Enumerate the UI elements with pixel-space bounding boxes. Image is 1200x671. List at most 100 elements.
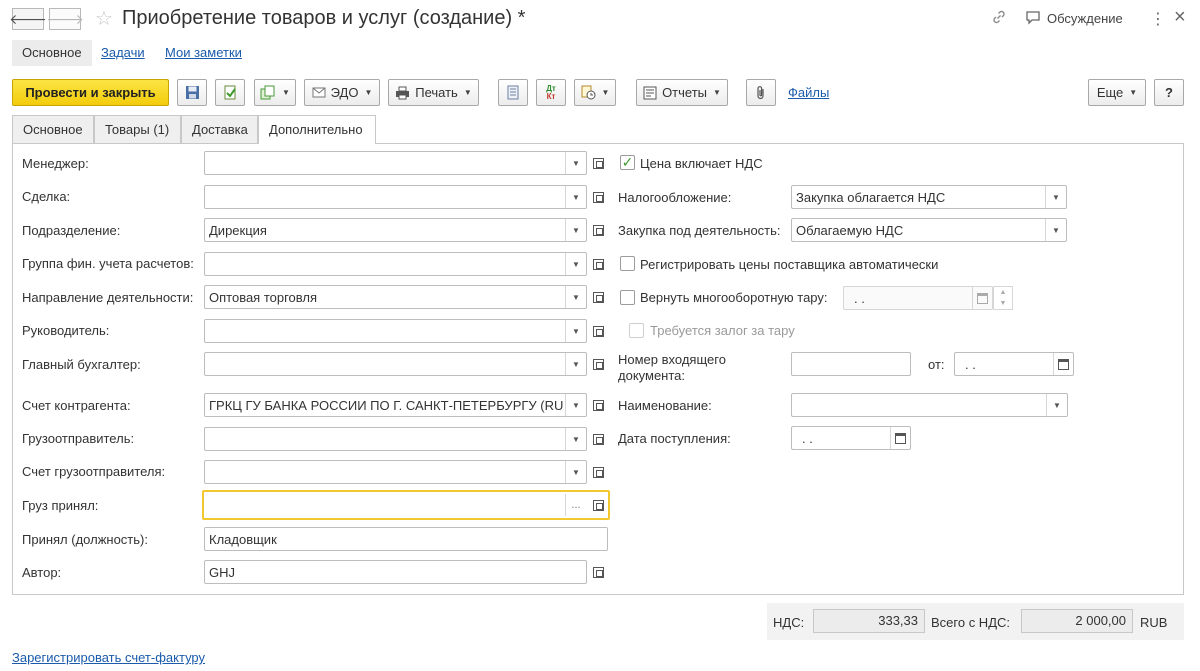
nav-tab-tasks[interactable]: Задачи (101, 40, 145, 66)
open-icon[interactable] (589, 218, 607, 242)
edo-icon (312, 87, 326, 98)
open-icon[interactable] (589, 427, 607, 451)
open-icon[interactable] (589, 493, 607, 517)
create-based-on-button[interactable]: ▼ (254, 79, 296, 106)
return-tare-date-spinner[interactable]: ▲ ▼ (993, 286, 1013, 310)
favorite-star-icon[interactable]: ☆ (95, 6, 113, 31)
incoming-doc-date-field[interactable]: . . (954, 352, 1074, 376)
tab-additional[interactable]: Дополнительно (258, 115, 376, 144)
counterparty-account-label: Счет контрагента: (22, 398, 131, 413)
register-invoice-link[interactable]: Зарегистрировать счет-фактуру (12, 650, 205, 665)
open-icon[interactable] (589, 252, 607, 276)
cargo-received-by-field[interactable]: ... (205, 493, 587, 517)
nav-tab-notes[interactable]: Мои заметки (165, 40, 242, 66)
attach-files-button[interactable] (746, 79, 776, 106)
reports-button[interactable]: Отчеты ▼ (636, 79, 728, 106)
incoming-doc-date-value: . . (965, 357, 976, 372)
more-menu-icon[interactable]: ⋮ (1150, 9, 1166, 29)
shipper-field[interactable]: ▼ (204, 427, 587, 451)
chevron-down-icon[interactable]: ▼ (565, 253, 586, 275)
receipt-date-field[interactable]: . . (791, 426, 911, 450)
purchase-activity-select[interactable]: Облагаемую НДС ▼ (791, 218, 1067, 242)
more-actions-button[interactable]: Еще ▼ (1088, 79, 1146, 106)
back-button[interactable]: 🡐 (9, 8, 47, 30)
chief-accountant-field[interactable]: ▼ (204, 352, 587, 376)
forward-button[interactable]: 🡒 (46, 8, 84, 30)
open-icon[interactable] (589, 352, 607, 376)
deposit-required-checkbox[interactable] (629, 323, 644, 338)
open-icon[interactable] (589, 285, 607, 309)
printer-icon (396, 86, 410, 99)
calendar-icon[interactable] (890, 427, 910, 449)
fin-group-field[interactable]: ▼ (204, 252, 587, 276)
help-button[interactable]: ? (1154, 79, 1184, 106)
document-journal-button[interactable] (498, 79, 528, 106)
total-with-vat-label: Всего с НДС: (931, 615, 1011, 630)
tab-goods[interactable]: Товары (1) (94, 115, 181, 143)
department-field[interactable]: Дирекция ▼ (204, 218, 587, 242)
chevron-down-icon[interactable]: ▼ (565, 353, 586, 375)
counterparty-account-field[interactable]: ГРКЦ ГУ БАНКА РОССИИ ПО Г. САНКТ-ПЕТЕРБУ… (204, 393, 587, 417)
taxation-select[interactable]: Закупка облагается НДС ▼ (791, 185, 1067, 209)
tab-delivery[interactable]: Доставка (181, 115, 258, 143)
calendar-icon[interactable] (1053, 353, 1073, 375)
price-includes-vat-checkbox[interactable]: ✓ (620, 154, 635, 170)
discussion-icon[interactable] (1025, 10, 1041, 30)
chevron-down-icon[interactable]: ▼ (1046, 394, 1067, 416)
incoming-doc-number-field[interactable] (791, 352, 911, 376)
deal-field[interactable]: ▼ (204, 185, 587, 209)
purchase-activity-value: Облагаемую НДС (796, 223, 904, 238)
related-documents-button[interactable]: ▼ (574, 79, 616, 106)
register-prices-checkbox[interactable] (620, 256, 635, 271)
chevron-down-icon[interactable]: ▼ (565, 320, 586, 342)
open-icon[interactable] (589, 393, 607, 417)
link-icon[interactable] (991, 9, 1007, 30)
incoming-doc-number-label: Номер входящего документа: (618, 352, 726, 383)
print-button[interactable]: Печать ▼ (388, 79, 479, 106)
discussion-button[interactable]: Обсуждение (1047, 11, 1123, 26)
open-icon[interactable] (589, 460, 607, 484)
name-select[interactable]: ▼ (791, 393, 1068, 417)
chevron-down-icon[interactable]: ▼ (565, 286, 586, 308)
manager-field[interactable]: ▼ (204, 151, 587, 175)
activity-direction-field[interactable]: Оптовая торговля ▼ (204, 285, 587, 309)
open-icon[interactable] (589, 185, 607, 209)
chevron-down-icon[interactable]: ▼ (565, 152, 586, 174)
close-icon[interactable]: × (1174, 6, 1186, 29)
deal-label: Сделка: (22, 189, 71, 204)
chevron-down-icon: ▼ (1129, 88, 1138, 97)
calendar-icon[interactable] (972, 287, 992, 309)
files-link[interactable]: Файлы (788, 85, 829, 100)
chevron-down-icon[interactable]: ▼ (565, 394, 586, 416)
purchase-activity-label: Закупка под деятельность: (618, 223, 781, 238)
chevron-down-icon[interactable]: ▼ (565, 428, 586, 450)
shipper-account-field[interactable]: ▼ (204, 460, 587, 484)
nav-tab-main[interactable]: Основное (12, 40, 92, 66)
post-button[interactable] (215, 79, 245, 106)
author-field[interactable]: GHJ (204, 560, 587, 584)
open-icon[interactable] (589, 151, 607, 175)
return-tare-date-field[interactable]: . . (843, 286, 993, 310)
dt-kt-button[interactable]: Дт Кт (536, 79, 566, 106)
chevron-down-icon[interactable]: ▼ (565, 219, 586, 241)
edo-button[interactable]: ЭДО ▼ (304, 79, 380, 106)
activity-direction-value: Оптовая торговля (209, 290, 318, 305)
chevron-down-icon[interactable]: ▼ (1045, 219, 1066, 241)
chevron-down-icon: ▼ (282, 88, 290, 97)
select-ellipsis-icon[interactable]: ... (565, 494, 586, 516)
save-button[interactable] (177, 79, 207, 106)
chevron-down-icon: ▼ (463, 88, 472, 97)
received-position-label: Принял (должность): (22, 532, 148, 547)
open-icon[interactable] (589, 319, 607, 343)
fin-group-label: Группа фин. учета расчетов: (22, 256, 194, 271)
open-icon[interactable] (589, 560, 607, 584)
author-value: GHJ (209, 565, 235, 580)
director-field[interactable]: ▼ (204, 319, 587, 343)
received-position-field[interactable]: Кладовщик (204, 527, 608, 551)
chevron-down-icon[interactable]: ▼ (1045, 186, 1066, 208)
chevron-down-icon[interactable]: ▼ (565, 186, 586, 208)
post-and-close-button[interactable]: Провести и закрыть (12, 79, 169, 106)
tab-main[interactable]: Основное (12, 115, 94, 143)
chevron-down-icon[interactable]: ▼ (565, 461, 586, 483)
return-tare-checkbox[interactable] (620, 290, 635, 305)
